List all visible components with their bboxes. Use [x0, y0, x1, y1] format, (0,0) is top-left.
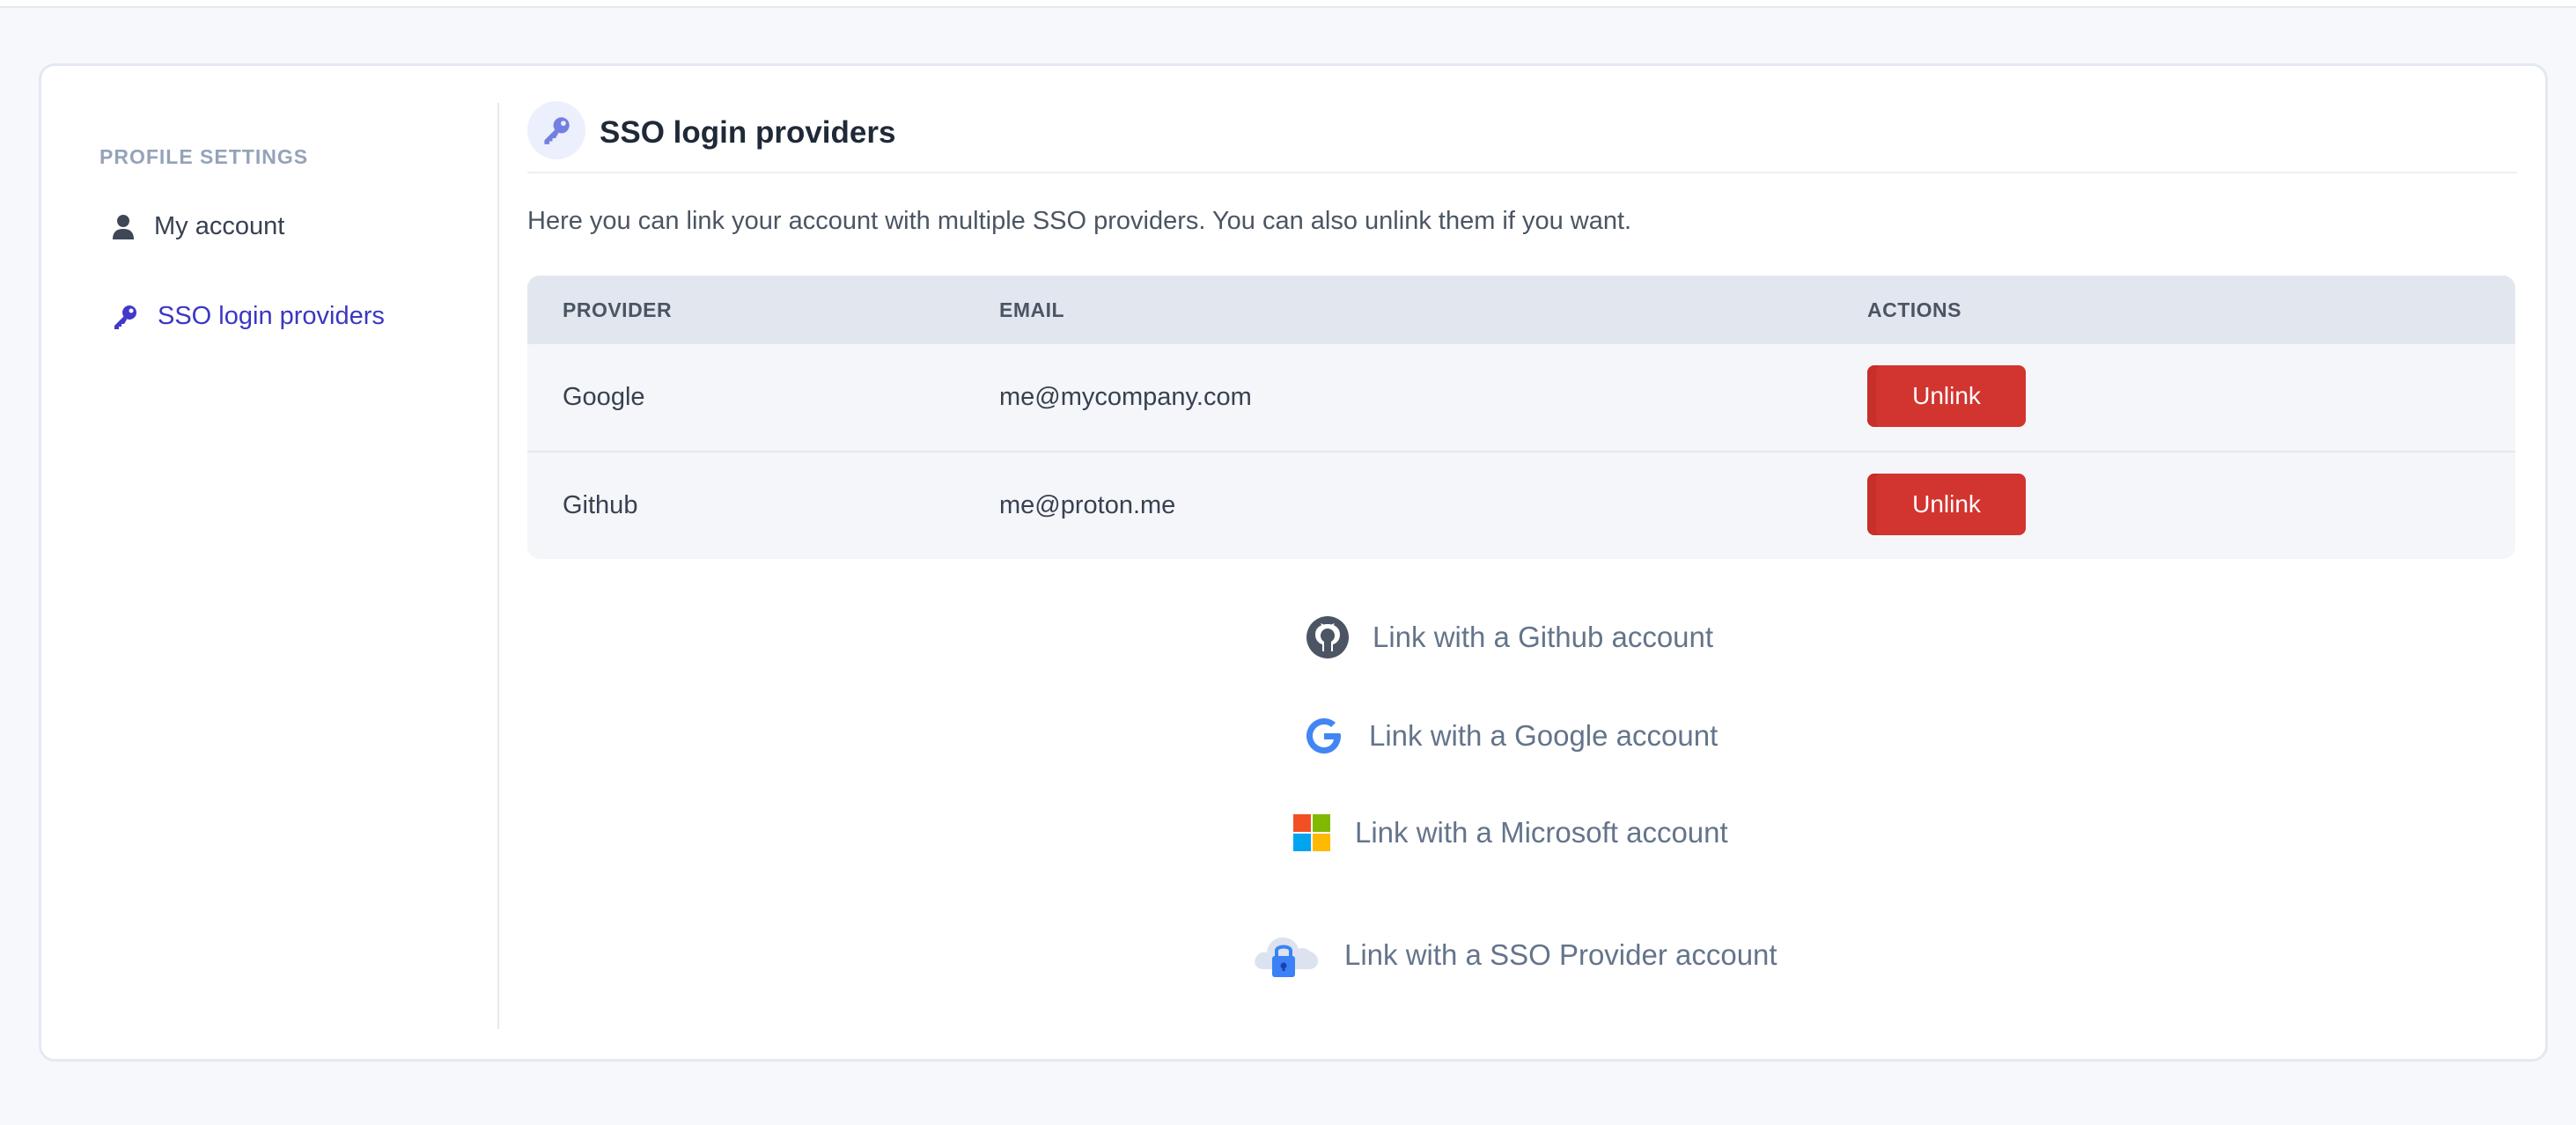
column-header-actions: ACTIONS	[1867, 298, 1961, 321]
sidebar: PROFILE SETTINGS My account SSO login pr…	[41, 66, 499, 1059]
sidebar-item-label: SSO login providers	[158, 302, 385, 330]
google-icon	[1306, 718, 1341, 754]
page-title: SSO login providers	[600, 115, 896, 150]
table-row: Github me@proton.me Unlink	[527, 451, 2515, 559]
link-google-button[interactable]: Link with a Google account	[1302, 714, 1718, 758]
link-github-button[interactable]: Link with a Github account	[1306, 615, 1713, 659]
key-icon	[114, 305, 136, 329]
sidebar-section-title: PROFILE SETTINGS	[99, 145, 309, 168]
providers-table: PROVIDER EMAIL ACTIONS Google me@mycompa…	[527, 276, 2515, 559]
key-icon	[544, 117, 570, 144]
email-cell: me@proton.me	[999, 491, 1176, 519]
microsoft-icon	[1293, 814, 1330, 851]
sidebar-item-sso-login-providers[interactable]: SSO login providers	[112, 302, 385, 331]
column-header-email: EMAIL	[999, 298, 1065, 321]
table-header: PROVIDER EMAIL ACTIONS	[527, 276, 2515, 344]
github-icon	[1306, 616, 1349, 658]
link-sso-provider-label: Link with a SSO Provider account	[1344, 938, 1777, 971]
link-sso-provider-button[interactable]: Link with a SSO Provider account	[1251, 923, 1777, 987]
settings-card: PROFILE SETTINGS My account SSO login pr…	[39, 63, 2548, 1062]
sidebar-item-label: My account	[154, 212, 285, 240]
link-google-label: Link with a Google account	[1369, 719, 1719, 752]
table-row: Google me@mycompany.com Unlink	[527, 344, 2515, 451]
link-github-label: Link with a Github account	[1373, 621, 1714, 653]
provider-cell: Github	[563, 491, 638, 519]
main-content: SSO login providers Here you can link yo…	[527, 99, 2517, 559]
unlink-button[interactable]: Unlink	[1867, 474, 2026, 535]
sidebar-divider	[497, 103, 499, 1029]
user-icon	[113, 214, 134, 239]
top-bar	[0, 0, 2576, 8]
section-header: SSO login providers	[527, 99, 2517, 173]
cloud-lock-icon	[1255, 937, 1319, 977]
page-description: Here you can link your account with mult…	[527, 207, 1632, 235]
email-cell: me@mycompany.com	[999, 383, 1252, 411]
header-key-icon-badge	[527, 101, 585, 159]
sidebar-item-my-account[interactable]: My account	[112, 212, 284, 241]
unlink-button[interactable]: Unlink	[1867, 365, 2026, 427]
link-microsoft-button[interactable]: Link with a Microsoft account	[1292, 812, 1728, 853]
column-header-provider: PROVIDER	[563, 298, 673, 321]
provider-cell: Google	[563, 383, 645, 411]
link-microsoft-label: Link with a Microsoft account	[1355, 816, 1728, 849]
